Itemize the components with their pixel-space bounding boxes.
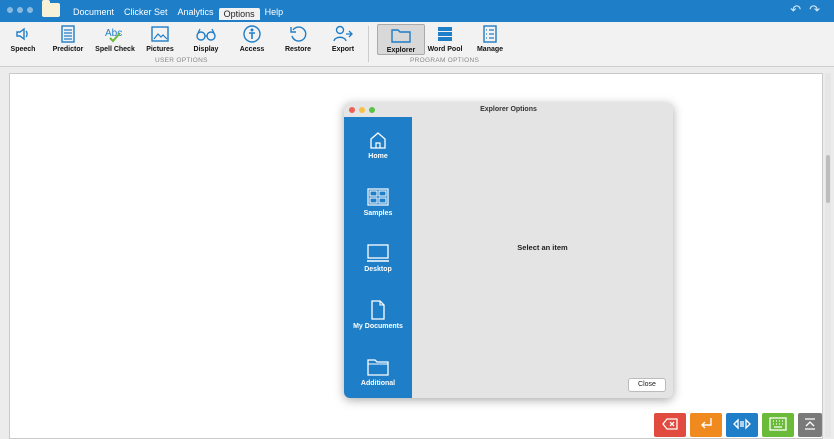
undo-icon[interactable]: ↶ [790,2,801,18]
options-toolbar: Speech Predictor Abc Spell Check Picture… [0,22,834,67]
user-options-label: USER OPTIONS [155,57,208,64]
redo-icon[interactable]: ↷ [809,2,820,18]
speak-icon [732,417,752,434]
restore-icon [281,24,315,44]
keyboard-button[interactable] [762,413,794,437]
speech-button[interactable]: Speech [6,24,40,53]
sidebar-item-desktop[interactable]: Desktop [344,240,412,273]
desktop-icon [344,240,412,266]
sidebar-item-label: Home [368,153,388,160]
enter-button[interactable] [690,413,722,437]
sidebar-item-label: Additional [360,380,396,387]
menu-options[interactable]: Options [218,8,260,20]
access-button[interactable]: Access [236,24,268,53]
export-button[interactable]: Export [328,24,358,53]
manage-button[interactable]: Manage [473,24,507,53]
samples-icon [344,184,412,210]
backspace-icon [662,417,678,433]
sidebar-item-samples[interactable]: Samples [344,184,412,217]
dialog-title: Explorer Options [480,106,537,113]
explorer-folder-icon [381,25,421,45]
dialog-content: Select an item Close [412,117,673,398]
explorer-options-dialog: Explorer Options Home Samples Desktop My… [344,103,673,398]
menu-clicker-set[interactable]: Clicker Set [119,1,173,22]
select-item-message: Select an item [517,243,568,252]
sidebar-item-home[interactable]: Home [344,127,412,160]
pictures-button[interactable]: Pictures [143,24,177,53]
menu-document[interactable]: Document [68,1,119,22]
pictures-icon [143,24,177,44]
spell-check-icon: Abc [92,24,138,44]
menu-bar: Document Clicker Set Analytics Options H… [68,0,288,22]
spell-check-button[interactable]: Abc Spell Check [92,24,138,53]
sidebar-item-label: Samples [363,210,393,217]
keyboard-icon [769,416,787,434]
folder-icon[interactable] [42,0,60,17]
glasses-icon [189,24,223,44]
menu-analytics[interactable]: Analytics [173,1,219,22]
restore-button[interactable]: Restore [281,24,315,53]
predictor-icon [48,24,88,44]
program-options-label: PROGRAM OPTIONS [410,57,480,64]
home-icon [344,127,412,153]
title-bar: Document Clicker Set Analytics Options H… [0,0,834,22]
return-icon [698,417,714,434]
word-pool-button[interactable]: Word Pool [426,24,464,53]
scrollbar-thumb[interactable] [826,155,830,203]
document-icon [344,297,412,323]
vertical-scrollbar[interactable] [825,73,831,437]
export-icon [328,24,358,44]
window-close-dot[interactable] [7,7,13,13]
collapse-icon [803,417,817,434]
window-minimize-dot[interactable] [17,7,23,13]
display-button[interactable]: Display [189,24,223,53]
dialog-sidebar: Home Samples Desktop My Documents Additi… [344,117,412,398]
speak-button[interactable] [726,413,758,437]
sidebar-item-label: My Documents [353,323,403,330]
sidebar-item-additional[interactable]: Additional [344,354,412,387]
window-zoom-dot[interactable] [27,7,33,13]
sidebar-item-label: Desktop [364,266,392,273]
speaker-icon [6,24,40,44]
close-button[interactable]: Close [628,378,666,392]
manage-icon [473,24,507,44]
accessibility-icon [236,24,268,44]
menu-help[interactable]: Help [260,1,289,22]
predictor-button[interactable]: Predictor [48,24,88,53]
delete-button[interactable] [654,413,686,437]
folder-icon [344,354,412,380]
sidebar-item-my-documents[interactable]: My Documents [344,297,412,330]
group-separator [368,26,369,62]
collapse-button[interactable] [798,413,822,437]
explorer-button[interactable]: Explorer [377,24,425,55]
word-pool-icon [426,24,464,44]
